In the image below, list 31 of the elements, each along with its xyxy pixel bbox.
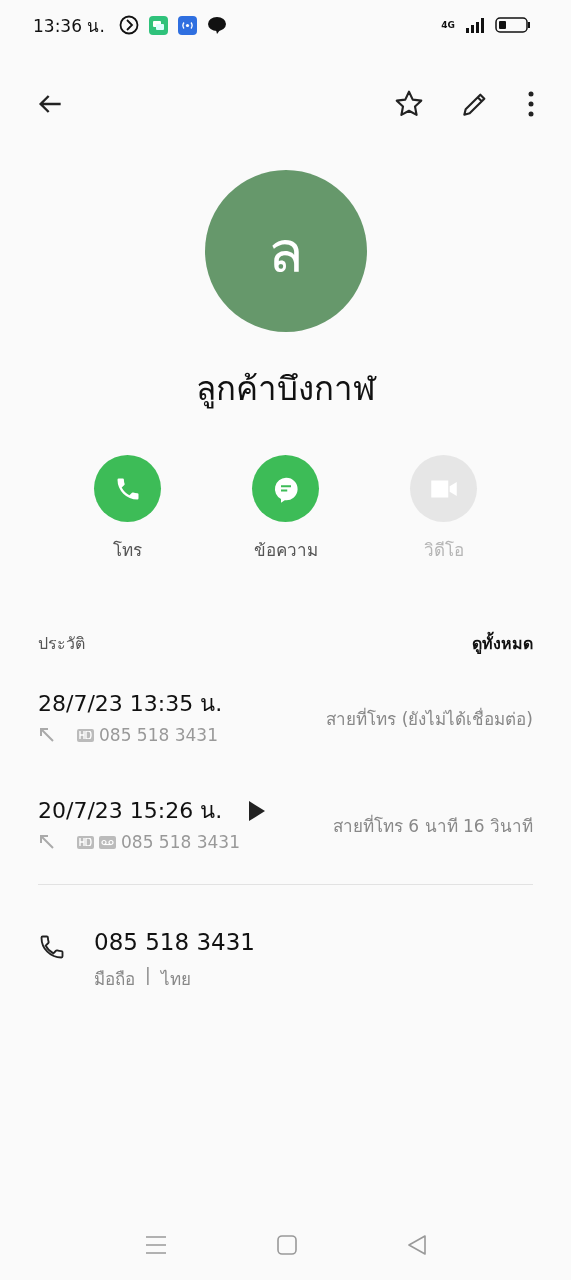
back-icon[interactable] [406, 1235, 427, 1255]
contact-avatar: ล [204, 170, 367, 332]
phone-number[interactable]: 085 518 3431 [94, 929, 255, 955]
phone-type: มือถือ [94, 968, 135, 991]
phone-region: ไทย [160, 968, 191, 991]
call-number: 085 518 3431 [99, 725, 218, 745]
signal-icon [465, 17, 485, 33]
action-label: วิดีโอ [423, 539, 464, 562]
play-icon[interactable] [248, 799, 267, 822]
section-title: ประวัติ [38, 633, 85, 655]
battery-icon [495, 17, 531, 33]
call-datetime: 28/7/23 13:35 น. [38, 690, 223, 718]
call-datetime: 20/7/23 15:26 น. [38, 797, 223, 825]
speech-bubble-icon [206, 15, 227, 35]
broadcast-app-icon [177, 15, 197, 35]
call-number: 085 518 3431 [121, 832, 240, 852]
action-label: ข้อความ [253, 539, 318, 562]
action-label: โทร [113, 539, 142, 562]
chat-app-icon [148, 15, 168, 35]
outgoing-arrow-icon [38, 726, 56, 744]
call-detail: สายที่โทร 6 นาที 16 วินาที [332, 813, 533, 838]
see-all-link[interactable]: ดูทั้งหมด [472, 631, 533, 656]
separator: | [145, 965, 151, 987]
outgoing-arrow-icon [38, 833, 56, 851]
status-time: 13:36 น. [33, 14, 105, 38]
phone-icon[interactable] [38, 933, 66, 961]
call-detail: สายที่โทร (ยังไม่ได้เชื่อมต่อ) [326, 706, 533, 731]
play-circle-icon [118, 15, 139, 35]
contact-name: ลูกค้าบึงกาฬ [194, 368, 378, 411]
network-type: 4G [441, 20, 455, 30]
home-icon[interactable] [276, 1235, 297, 1255]
